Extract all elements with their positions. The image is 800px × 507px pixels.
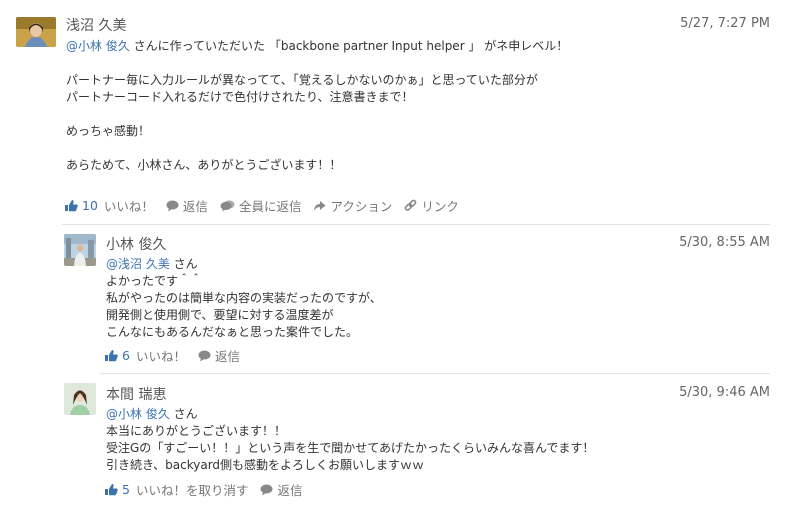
divider: [62, 224, 770, 225]
mention-link[interactable]: @小林 俊久: [106, 407, 170, 421]
mention-suffix: さん: [169, 257, 198, 271]
post-actions: 10 いいね！ 返信 全員に返信 アクション リンク: [64, 196, 471, 215]
post-text-line: よかったです＾＾: [106, 274, 203, 288]
speech-bubble-icon: [260, 484, 273, 495]
post-text-line: あらためて、小林さん、ありがとうございます！！: [66, 158, 342, 172]
like-button[interactable]: いいね！: [136, 346, 186, 365]
reply-label: 返信: [277, 483, 303, 498]
mention-link[interactable]: @浅沼 久美: [106, 257, 170, 271]
reply-button[interactable]: 返信: [166, 196, 208, 215]
action-menu-button[interactable]: アクション: [313, 196, 392, 215]
post-actions: 5 いいね！を取り消す 返信: [104, 480, 314, 499]
post-body: @浅沼 久美 さん よかったです＾＾ 私がやったのは簡単な内容の実装だったのです…: [106, 256, 382, 341]
share-arrow-icon: [314, 200, 326, 211]
post-timestamp[interactable]: 5/30, 9:46 AM: [679, 385, 770, 400]
speech-bubble-icon: [198, 350, 211, 361]
like-count: 6: [122, 348, 130, 363]
chain-link-icon: [404, 199, 417, 211]
post-text-line: めっちゃ感動！: [66, 124, 151, 138]
link-button[interactable]: リンク: [404, 196, 459, 215]
post-text-line: さんに作っていただいた 「backbone partner Input help…: [129, 39, 569, 53]
like-count: 5: [122, 482, 130, 497]
avatar-photo-icon: [64, 383, 96, 415]
avatar[interactable]: [16, 17, 56, 47]
author-name[interactable]: 本間 瑞恵: [106, 384, 166, 404]
thumbs-up-icon: [65, 200, 78, 212]
post-timestamp[interactable]: 5/27, 7:27 PM: [680, 16, 770, 31]
reply-all-button[interactable]: 全員に返信: [220, 196, 302, 215]
post-text-line: 受注Gの「すごーい！！」という声を生で聞かせてあげたかったくらいみんな喜んでます…: [106, 441, 595, 455]
divider: [100, 373, 770, 374]
author-name[interactable]: 小林 俊久: [106, 234, 166, 254]
author-name[interactable]: 浅沼 久美: [66, 15, 126, 35]
like-label: いいね！: [103, 199, 154, 214]
like-count: 10: [82, 198, 98, 213]
post-timestamp[interactable]: 5/30, 8:55 AM: [679, 235, 770, 250]
mention-suffix: さん: [169, 407, 198, 421]
avatar-photo-icon: [16, 17, 56, 47]
post-text-line: 本当にありがとうございます！！: [106, 424, 287, 438]
like-count-link[interactable]: 6: [104, 348, 130, 363]
unlike-label: いいね！を取り消す: [135, 483, 249, 498]
post-text-line: こんなにもあるんだなぁと思った案件でした。: [106, 325, 359, 339]
post-actions: 6 いいね！ 返信: [104, 346, 252, 365]
post-body: @小林 俊久 さんに作っていただいた 「backbone partner Inp…: [66, 38, 568, 174]
speech-bubble-icon: [166, 200, 179, 211]
post-body: @小林 俊久 さん 本当にありがとうございます！！ 受注Gの「すごーい！！」とい…: [106, 406, 594, 474]
post-text-line: パートナーコード入れるだけで色付けされたり、注意書きまで！: [66, 90, 414, 104]
like-count-link[interactable]: 10: [64, 198, 98, 213]
avatar-photo-icon: [64, 234, 96, 266]
link-label: リンク: [421, 199, 459, 214]
post-text-line: 開発側と使用側で、要望に対する温度差が: [106, 308, 334, 322]
avatar[interactable]: [64, 383, 96, 415]
post-text-line: パートナー毎に入力ルールが異なってて、「覚えるしかないのかぁ」と思っていた部分が: [66, 73, 538, 87]
reply-all-label: 全員に返信: [238, 199, 302, 214]
reply-label: 返信: [182, 199, 208, 214]
mention-link[interactable]: @小林 俊久: [66, 39, 130, 53]
post-text-line: 引き続き、backyard側も感動をよろしくお願いしますｗｗ: [106, 458, 425, 472]
thumbs-up-icon: [105, 484, 118, 496]
reply-label: 返信: [214, 349, 240, 364]
like-count-link[interactable]: 5: [104, 482, 130, 497]
post-text-line: 私がやったのは簡単な内容の実装だったのですが、: [106, 291, 382, 305]
action-label: アクション: [330, 199, 393, 214]
thumbs-up-icon: [105, 350, 118, 362]
avatar[interactable]: [64, 234, 96, 266]
like-label: いいね！: [135, 349, 186, 364]
like-button[interactable]: いいね！: [104, 196, 154, 215]
unlike-button[interactable]: いいね！を取り消す: [136, 480, 249, 499]
reply-button[interactable]: 返信: [198, 346, 240, 365]
reply-button[interactable]: 返信: [260, 480, 302, 499]
speech-bubbles-icon: [220, 200, 235, 211]
